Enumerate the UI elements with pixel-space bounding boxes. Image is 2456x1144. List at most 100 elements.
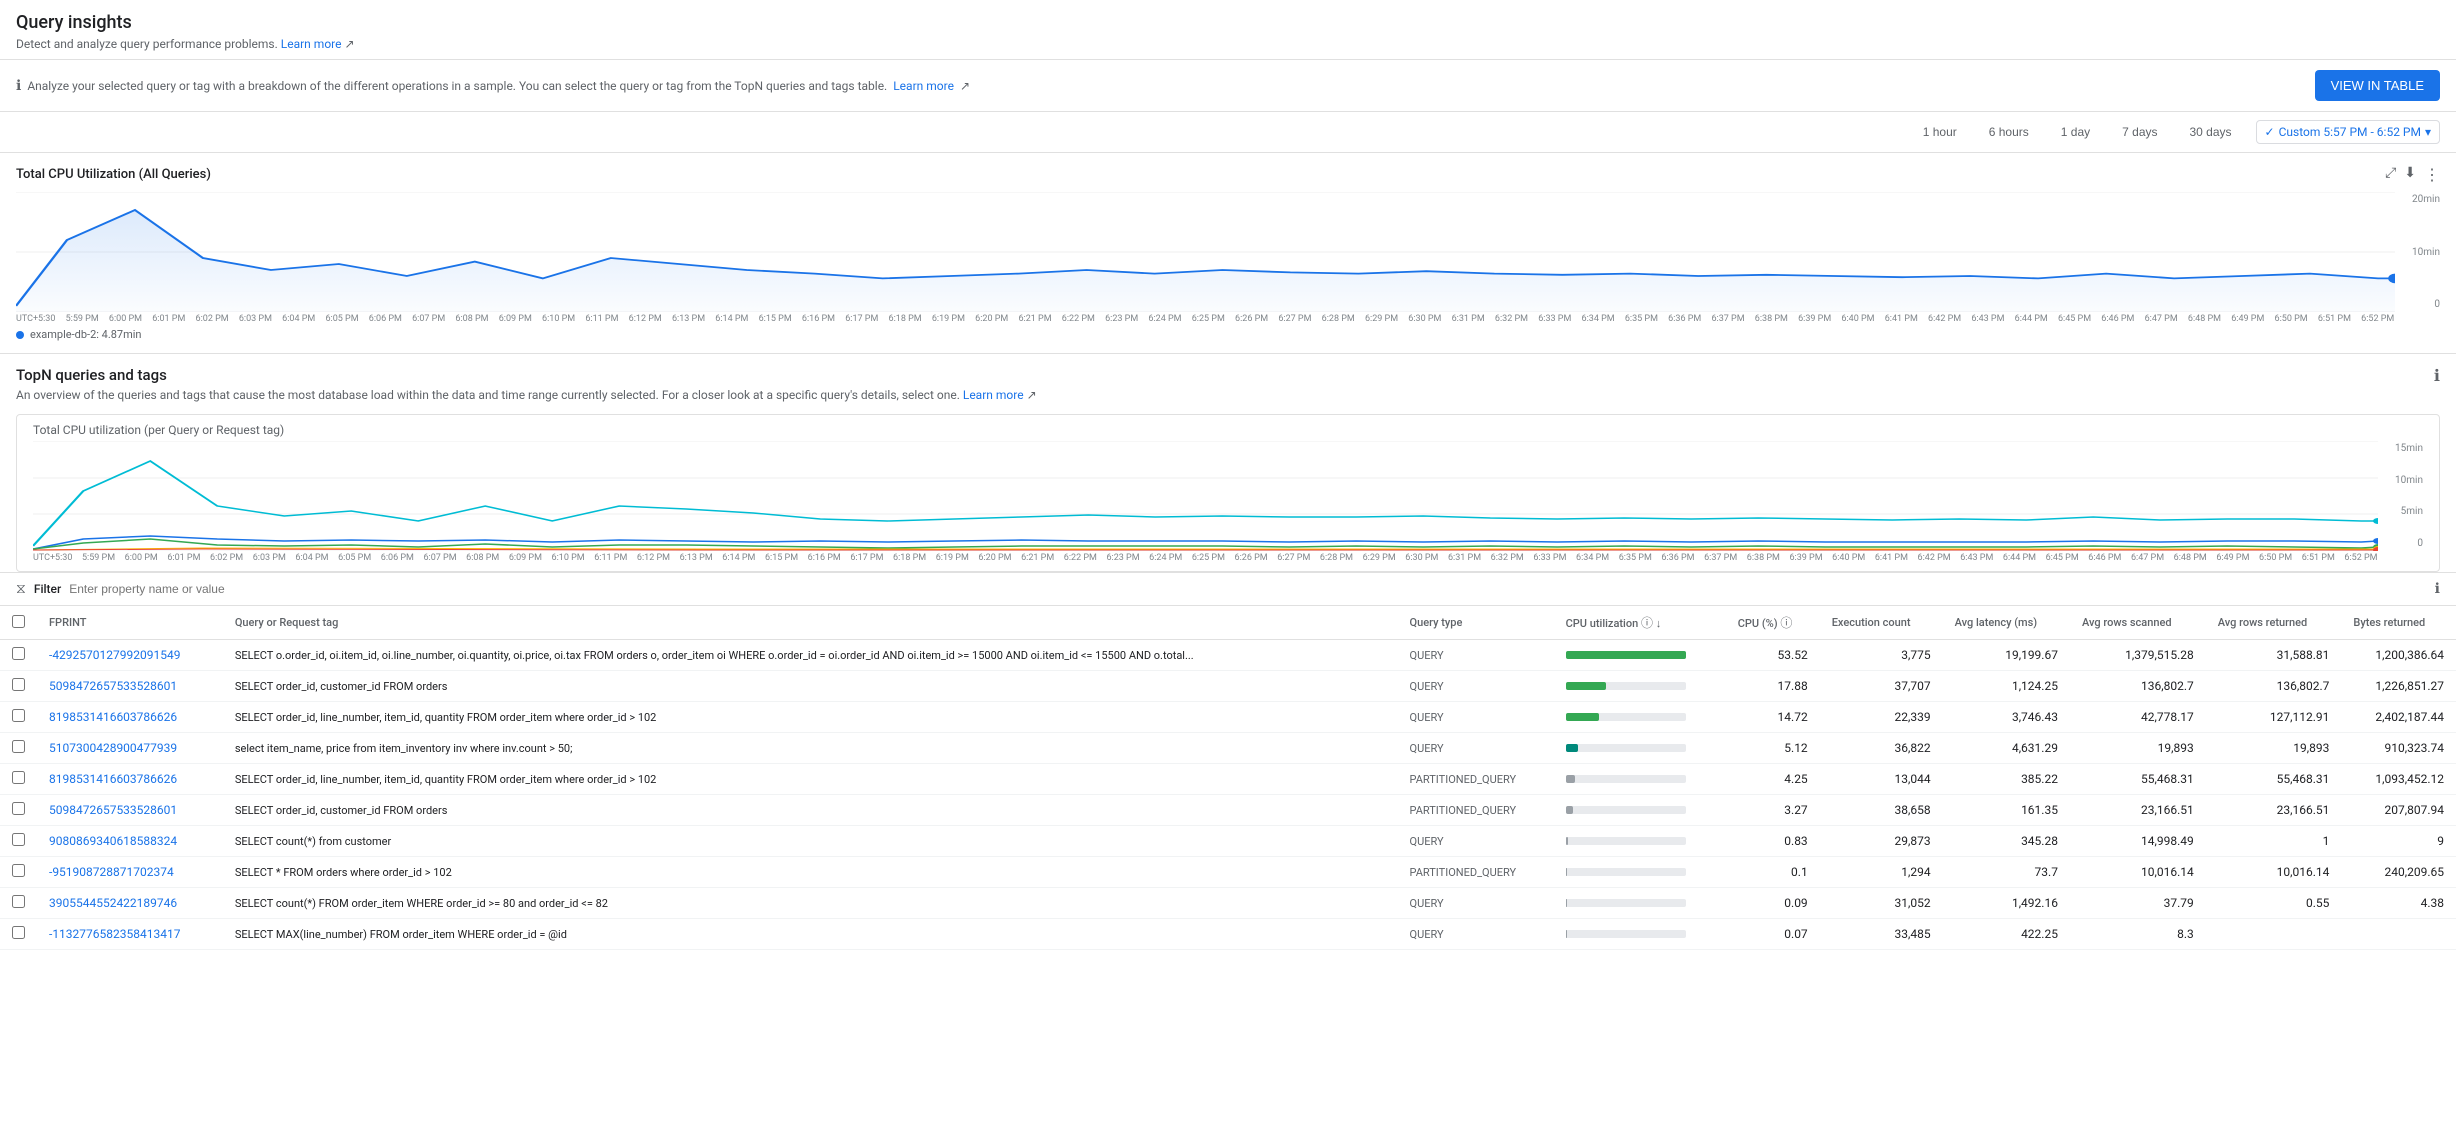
row-cpu-pct-0: 53.52 (1726, 640, 1820, 671)
row-select-4[interactable] (12, 771, 25, 784)
checkmark-icon: ✓ (2265, 125, 2275, 139)
row-query-type-1: QUERY (1398, 671, 1554, 702)
row-cpu-pct-5: 3.27 (1726, 795, 1820, 826)
cpu-bar-bg-4 (1566, 775, 1686, 783)
row-select-3[interactable] (12, 740, 25, 753)
row-cpu-pct-8: 0.09 (1726, 888, 1820, 919)
row-avg-rows-returned-7: 10,016.14 (2206, 857, 2342, 888)
fprint-link-3[interactable]: 5107300428900477939 (49, 741, 177, 755)
sort-icon-cpu-util[interactable]: ↓ (1656, 617, 1662, 630)
cpu-bar-fill-0 (1566, 651, 1686, 659)
select-all-checkbox[interactable] (12, 615, 25, 628)
row-bytes-returned-9 (2341, 919, 2456, 950)
row-bytes-returned-0: 1,200,386.64 (2341, 640, 2456, 671)
row-exec-count-0: 3,775 (1820, 640, 1943, 671)
row-avg-latency-8: 1,492.16 (1943, 888, 2070, 919)
row-select-2[interactable] (12, 709, 25, 722)
fprint-link-7[interactable]: -951908728871702374 (49, 865, 174, 879)
row-cpu-pct-7: 0.1 (1726, 857, 1820, 888)
row-select-1[interactable] (12, 678, 25, 691)
cpu-bar-fill-7 (1566, 868, 1567, 876)
row-avg-rows-scanned-7: 10,016.14 (2070, 857, 2206, 888)
row-avg-latency-4: 385.22 (1943, 764, 2070, 795)
row-select-0[interactable] (12, 647, 25, 660)
time-btn-7days[interactable]: 7 days (2114, 121, 2165, 143)
row-avg-latency-9: 422.25 (1943, 919, 2070, 950)
row-query-0: SELECT o.order_id, oi.item_id, oi.line_n… (223, 640, 1398, 671)
filter-info-icon[interactable]: ℹ (2435, 581, 2440, 597)
topn-info-icon[interactable]: ℹ (2434, 366, 2440, 385)
chart-menu-icon[interactable]: ⋮ (2424, 165, 2440, 184)
col-header-bytes-returned: Bytes returned (2341, 606, 2456, 640)
total-cpu-chart-area (16, 192, 2395, 312)
row-checkbox-8 (0, 888, 37, 919)
filter-input[interactable] (69, 582, 2426, 596)
row-cpu-bar-9 (1554, 919, 1726, 950)
info-banner: ℹ Analyze your selected query or tag wit… (0, 60, 2456, 112)
row-select-9[interactable] (12, 926, 25, 939)
chart-legend: example-db-2: 4.87min (16, 328, 2440, 341)
row-avg-rows-returned-4: 55,468.31 (2206, 764, 2342, 795)
cpu-bar-bg-9 (1566, 930, 1686, 938)
row-checkbox-3 (0, 733, 37, 764)
info-icon-cpu-pct[interactable]: ⓘ (1780, 616, 1792, 630)
cpu-bar-bg-7 (1566, 868, 1686, 876)
topn-chart-y-labels: 15min 10min 5min 0 (2383, 441, 2423, 551)
fprint-link-2[interactable]: 8198531416603786626 (49, 710, 177, 724)
row-cpu-bar-3 (1554, 733, 1726, 764)
legend-dot (16, 331, 24, 339)
row-query-8: SELECT count(*) FROM order_item WHERE or… (223, 888, 1398, 919)
custom-range-picker[interactable]: ✓ Custom 5:57 PM - 6:52 PM ▾ (2256, 120, 2440, 144)
row-query-1: SELECT order_id, customer_id FROM orders (223, 671, 1398, 702)
row-cpu-bar-0 (1554, 640, 1726, 671)
learn-more-link-header[interactable]: Learn more (281, 37, 342, 51)
time-btn-1day[interactable]: 1 day (2053, 121, 2098, 143)
info-icon-cpu-util[interactable]: ⓘ (1641, 616, 1653, 630)
fprint-link-1[interactable]: 5098472657533528601 (49, 679, 177, 693)
row-checkbox-2 (0, 702, 37, 733)
fprint-link-9[interactable]: -1132776582358413417 (49, 927, 180, 941)
row-select-8[interactable] (12, 895, 25, 908)
row-fprint-7: -951908728871702374 (37, 857, 223, 888)
topn-section: TopN queries and tags An overview of the… (0, 354, 2456, 572)
row-exec-count-3: 36,822 (1820, 733, 1943, 764)
learn-more-link-banner[interactable]: Learn more (893, 79, 954, 93)
cpu-bar-bg-2 (1566, 713, 1686, 721)
row-select-7[interactable] (12, 864, 25, 877)
fprint-link-5[interactable]: 5098472657533528601 (49, 803, 177, 817)
time-btn-1hour[interactable]: 1 hour (1915, 121, 1965, 143)
fprint-link-4[interactable]: 8198531416603786626 (49, 772, 177, 786)
row-cpu-pct-6: 0.83 (1726, 826, 1820, 857)
row-fprint-5: 5098472657533528601 (37, 795, 223, 826)
total-cpu-svg (16, 192, 2395, 312)
row-avg-rows-returned-2: 127,112.91 (2206, 702, 2342, 733)
row-query-type-4: PARTITIONED_QUERY (1398, 764, 1554, 795)
row-bytes-returned-2: 2,402,187.44 (2341, 702, 2456, 733)
row-cpu-bar-5 (1554, 795, 1726, 826)
row-select-6[interactable] (12, 833, 25, 846)
chart-download-icon[interactable]: ⬇ (2404, 165, 2416, 184)
time-range-bar: 1 hour 6 hours 1 day 7 days 30 days ✓ Cu… (0, 112, 2456, 153)
fprint-link-8[interactable]: 3905544552422189746 (49, 896, 177, 910)
fprint-link-6[interactable]: 9080869340618588324 (49, 834, 177, 848)
learn-more-link-topn[interactable]: Learn more (963, 388, 1024, 402)
row-avg-latency-0: 19,199.67 (1943, 640, 2070, 671)
row-avg-rows-scanned-2: 42,778.17 (2070, 702, 2206, 733)
row-checkbox-6 (0, 826, 37, 857)
chart-actions: ⤢ ⬇ ⋮ (2385, 165, 2440, 184)
row-cpu-bar-1 (1554, 671, 1726, 702)
time-btn-30days[interactable]: 30 days (2182, 121, 2240, 143)
row-avg-rows-scanned-4: 55,468.31 (2070, 764, 2206, 795)
row-query-7: SELECT * FROM orders where order_id > 10… (223, 857, 1398, 888)
row-avg-rows-returned-6: 1 (2206, 826, 2342, 857)
chart-expand-icon[interactable]: ⤢ (2385, 165, 2396, 184)
row-fprint-1: 5098472657533528601 (37, 671, 223, 702)
row-checkbox-9 (0, 919, 37, 950)
row-select-5[interactable] (12, 802, 25, 815)
row-cpu-pct-2: 14.72 (1726, 702, 1820, 733)
total-cpu-chart-container: 20min 10min 0 (16, 192, 2440, 312)
row-cpu-pct-1: 17.88 (1726, 671, 1820, 702)
time-btn-6hours[interactable]: 6 hours (1981, 121, 2037, 143)
fprint-link-0[interactable]: -4292570127992091549 (49, 648, 180, 662)
view-in-table-button[interactable]: VIEW IN TABLE (2315, 70, 2440, 101)
